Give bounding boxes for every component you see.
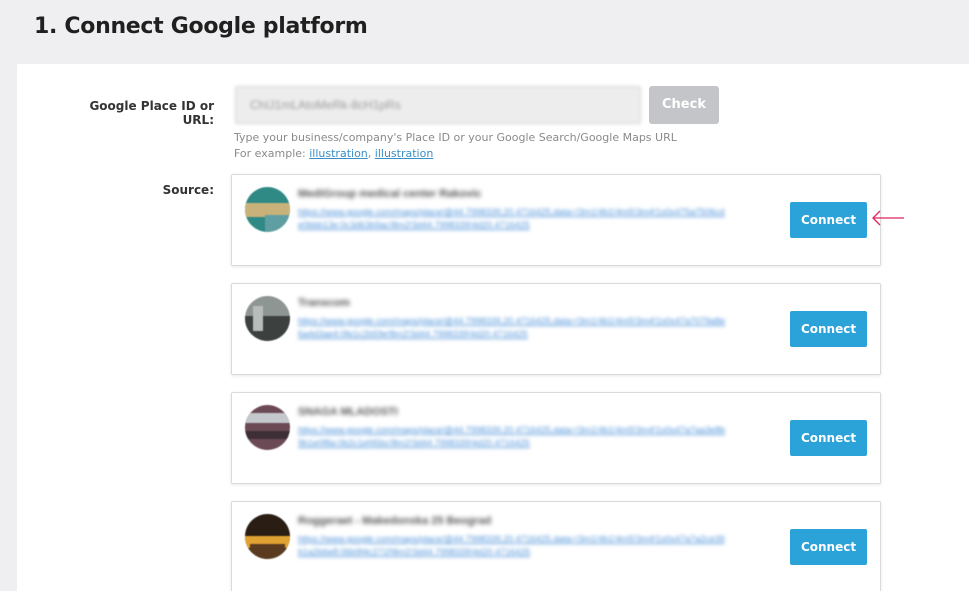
connect-button[interactable]: Connect (790, 529, 867, 565)
source-avatar (245, 296, 290, 341)
source-link[interactable]: https://www.google.com/maps/place/@44.79… (298, 315, 728, 341)
example-link-1[interactable]: illustration (309, 147, 368, 160)
place-id-input[interactable]: ChIJ1mLAtoMeRk-8cH1pRs (235, 86, 641, 124)
check-button[interactable]: Check (649, 86, 719, 124)
page-title: 1. Connect Google platform (34, 14, 368, 39)
source-card: Transcom https://www.google.com/maps/pla… (231, 283, 881, 375)
connect-panel: Google Place ID or URL: ChIJ1mLAtoMeRk-8… (17, 64, 969, 591)
hint-example-prefix: For example: (234, 147, 306, 160)
source-avatar (245, 405, 290, 450)
source-card: SNAGA MLADOSTI https://www.google.com/ma… (231, 392, 881, 484)
source-avatar (245, 514, 290, 559)
source-avatar (245, 187, 290, 232)
left-arrow-icon (872, 210, 904, 226)
source-name: SNAGA MLADOSTI (298, 406, 398, 418)
source-name: Roggeraet - Makedonska 25 Beograd (298, 515, 492, 527)
place-id-label: Google Place ID or URL: (89, 99, 214, 127)
example-link-2[interactable]: illustration (375, 147, 434, 160)
example-separator: , (367, 147, 372, 160)
source-label: Source: (162, 183, 214, 197)
connect-button[interactable]: Connect (790, 420, 867, 456)
hint-text: Type your business/company's Place ID or… (234, 131, 677, 144)
hint-examples: For example: illustration, illustration (234, 146, 677, 162)
source-card: MediGroup medical center Rakovic https:/… (231, 174, 881, 266)
place-id-hint: Type your business/company's Place ID or… (234, 130, 677, 162)
connect-button[interactable]: Connect (790, 202, 867, 238)
source-link[interactable]: https://www.google.com/maps/place/@44.79… (298, 533, 728, 559)
source-link[interactable]: https://www.google.com/maps/place/@44.79… (298, 424, 728, 450)
source-card: Roggeraet - Makedonska 25 Beograd https:… (231, 501, 881, 591)
source-name: Transcom (298, 297, 350, 309)
connect-button[interactable]: Connect (790, 311, 867, 347)
source-link[interactable]: https://www.google.com/maps/place/@44.79… (298, 206, 728, 232)
source-name: MediGroup medical center Rakovic (298, 188, 482, 200)
